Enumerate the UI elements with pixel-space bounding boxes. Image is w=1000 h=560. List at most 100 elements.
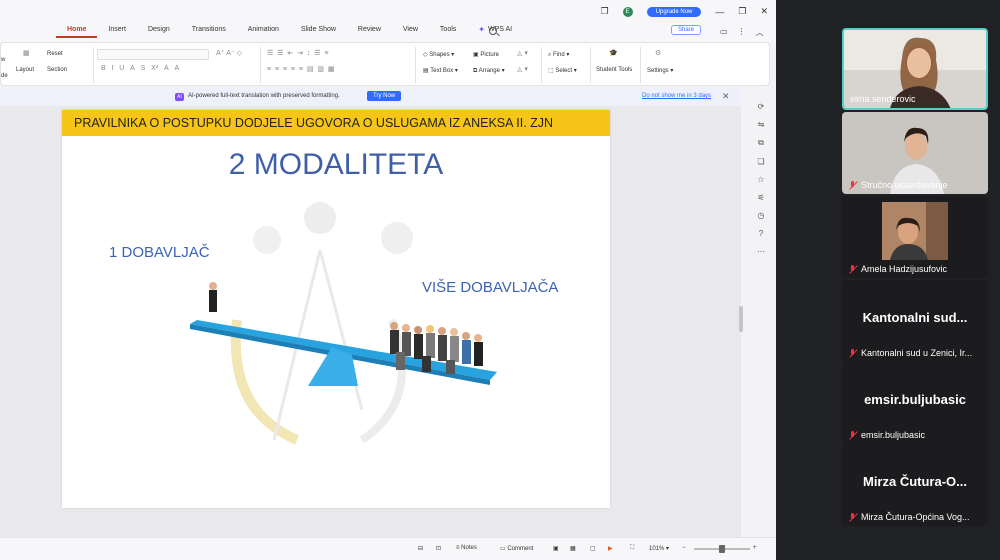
more-icon[interactable]: ⋮ [738, 27, 746, 38]
font-name-select[interactable] [97, 49, 209, 60]
animation-icon[interactable]: ⟳ [758, 102, 765, 111]
minimize-icon[interactable]: — [715, 7, 724, 17]
participant-tile-2[interactable]: Stručno usavršavanje [842, 112, 988, 194]
participant-tile-1[interactable]: elma.senderovic [842, 28, 988, 110]
watermark-circle [304, 202, 336, 234]
close-icon[interactable]: ✕ [760, 6, 768, 17]
normal-view-icon[interactable]: ▣ [553, 545, 559, 552]
comment-button[interactable]: ▭ Comment [500, 545, 533, 552]
outline-icon[interactable]: ◬ ▾ [517, 65, 528, 73]
history-icon[interactable]: ◷ [758, 211, 765, 220]
design-icon[interactable]: ⧉ [758, 138, 764, 148]
settings-icon: ⚙ [655, 50, 662, 57]
tab-tools[interactable]: Tools [429, 22, 467, 38]
notes-button[interactable]: ≡ Notes [456, 545, 477, 551]
star-icon[interactable]: ☆ [757, 175, 764, 184]
mic-off-icon [848, 430, 857, 440]
tab-transitions[interactable]: Transitions [181, 22, 237, 38]
participant-tile-5[interactable]: emsir.buljubasic emsir.buljubasic [842, 362, 988, 444]
slide[interactable]: PRAVILNIKA O POSTUPKU DODJELE UGOVORA O … [62, 110, 610, 508]
participant-placeholder-name: emsir.buljubasic [864, 392, 966, 407]
reading-view-icon[interactable]: ▢ [590, 545, 596, 552]
tab-review[interactable]: Review [347, 22, 392, 38]
transition-icon[interactable]: ⇋ [758, 120, 765, 129]
tab-insert[interactable]: Insert [97, 22, 137, 38]
search-icon[interactable] [489, 27, 497, 35]
dont-show-link[interactable]: Do not show me in 3 days [642, 93, 711, 99]
paragraph-align-icons[interactable]: ≡ ≡ ≡ ≡ ≡ ▤ ▥ ▦ [267, 65, 335, 73]
zoom-level[interactable]: 101% ▾ [649, 545, 669, 552]
slide-sorter-icon[interactable]: ▦ [570, 545, 576, 552]
participant-tile-6[interactable]: Mirza Čutura-O... Mirza Čutura-Općina Vo… [842, 444, 988, 526]
play-slideshow-icon[interactable]: ▶ [608, 545, 613, 552]
mic-off-icon [848, 512, 857, 522]
font-format-icons[interactable]: B I U A S X² A A [101, 65, 179, 72]
person-head [209, 282, 217, 290]
new-slide-label-partial[interactable]: w [1, 57, 5, 63]
label-multiple-suppliers: VIŠE DOBAVLJAČA [422, 279, 559, 296]
slide-title: 2 MODALITETA [228, 148, 444, 181]
zoom-out-icon[interactable]: − [682, 545, 686, 551]
tab-animation[interactable]: Animation [237, 22, 290, 38]
ribbon-separator [93, 47, 94, 83]
slide-nav-icon[interactable]: ⊡ [436, 545, 441, 552]
fit-icon[interactable]: ⊟ [418, 545, 423, 552]
reset-button[interactable]: Reset [47, 51, 63, 57]
fullscreen-icon[interactable]: ⛶ [630, 545, 634, 552]
ribbon-separator [590, 47, 591, 83]
watermark-circle [253, 226, 281, 254]
restore-tab-icon[interactable]: ❐ [601, 6, 609, 17]
share-button[interactable]: Share [671, 25, 702, 35]
participant-name: Kantonalni sud u Zenici, Ir... [848, 348, 972, 358]
participant-placeholder-name: Kantonalni sud... [862, 310, 968, 325]
collapse-ribbon-icon[interactable]: ︿ [756, 27, 764, 38]
section-button[interactable]: Section [47, 67, 67, 73]
new-slide-label-partial-2[interactable]: de [1, 73, 8, 79]
settings-button[interactable]: Settings ▾ [647, 67, 673, 74]
layout-button[interactable]: Layout [16, 67, 34, 73]
participant-name: emsir.buljubasic [848, 430, 925, 440]
comment-icon[interactable]: ▭ [720, 27, 728, 38]
participant-tile-4[interactable]: Kantonalni sud... Kantonalni sud u Zenic… [842, 280, 988, 362]
shapes-button[interactable]: ◇ Shapes ▾ [423, 51, 454, 58]
account-avatar[interactable]: E [622, 6, 633, 17]
zoom-in-icon[interactable]: + [753, 545, 757, 551]
ai-icon: AI [175, 93, 184, 101]
participant-tile-3[interactable]: Amela Hadzijusufovic [842, 196, 988, 278]
person-figure [209, 290, 217, 312]
ribbon-tabs: Home Insert Design Transitions Animation… [56, 22, 523, 38]
font-size-icons[interactable]: A⁺ A⁻ ◇ [216, 49, 242, 57]
adjust-icon[interactable]: ⚟ [757, 193, 764, 202]
label-one-supplier: 1 DOBAVLJAČ [109, 244, 210, 261]
vertical-scrollbar[interactable] [739, 306, 743, 332]
arrange-button[interactable]: ⧉ Arrange ▾ [473, 67, 505, 75]
translation-notice-bar: AI AI-powered full-text translation with… [0, 88, 741, 106]
slide-header-banner: PRAVILNIKA O POSTUPKU DODJELE UGOVORA O … [62, 110, 610, 136]
ribbon-separator [640, 47, 641, 83]
upgrade-now-button[interactable]: Upgrade Now [646, 6, 702, 17]
more-icon[interactable]: ⋯ [757, 247, 765, 256]
help-icon[interactable]: ? [759, 229, 763, 238]
maximize-icon[interactable]: ❐ [738, 6, 746, 17]
zoom-slider-knob[interactable] [719, 545, 725, 553]
layers-icon[interactable]: ❏ [757, 157, 764, 166]
participant-name: Stručno usavršavanje [848, 180, 948, 190]
find-button[interactable]: ⌕ Find ▾ [548, 51, 569, 59]
tab-slide-show[interactable]: Slide Show [290, 22, 347, 38]
select-button[interactable]: ⬚ Select ▾ [548, 67, 577, 74]
notice-message: AI-powered full-text translation with pr… [188, 93, 340, 99]
student-tools-button[interactable]: Student Tools [596, 67, 632, 73]
tab-view[interactable]: View [392, 22, 429, 38]
text-box-button[interactable]: ▤ Text Box ▾ [423, 67, 458, 74]
window-controls: ❐ E Upgrade Now — ❐ ✕ [601, 6, 768, 17]
ribbon-separator [260, 47, 261, 83]
tab-design[interactable]: Design [137, 22, 181, 38]
tab-home[interactable]: Home [56, 22, 98, 38]
participant-name: Amela Hadzijusufovic [848, 264, 947, 274]
paragraph-list-icons[interactable]: ☰ ☰ ⇤ ⇥ ↕ ☰ ≡ [267, 49, 328, 57]
close-notice-icon[interactable]: ✕ [722, 91, 730, 102]
try-now-button[interactable]: Try Now [367, 91, 402, 101]
picture-button[interactable]: ▣ Picture [473, 51, 499, 58]
layout-icon: ▦ [23, 50, 30, 57]
fill-icon[interactable]: ◬ ▾ [517, 49, 528, 57]
